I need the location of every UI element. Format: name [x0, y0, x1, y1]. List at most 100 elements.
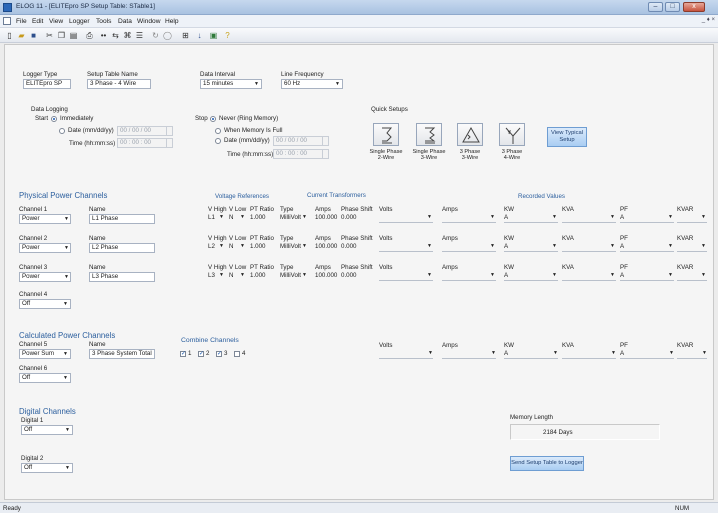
spinner-icon[interactable] [166, 139, 172, 147]
undo-arrows-icon[interactable]: ⇆ [110, 30, 121, 41]
channel-1-ct-type-select[interactable]: MilliVolt ▼ [280, 214, 308, 221]
digital-2-mode-select[interactable]: Off ▼ [21, 463, 73, 473]
send-setup-table-button[interactable]: Send Setup Table to Logger [510, 456, 584, 471]
list-icon[interactable]: ☰ [134, 30, 145, 41]
view-typical-setup-button[interactable]: View Typical Setup [547, 127, 587, 147]
menu-edit[interactable]: Edit [32, 18, 43, 25]
channel-1-amps-select[interactable]: ▼ [442, 214, 496, 223]
channel-1-pt-ratio-input[interactable]: 1.000 [250, 214, 274, 221]
channel-2-v-low-select[interactable]: N ▼ [229, 243, 246, 250]
channel-3-phase-shift-input[interactable]: 0.000 [341, 272, 363, 279]
quick-setup-single-phase-3-wire-button[interactable] [416, 123, 442, 146]
start-date-input[interactable]: 00 / 00 / 00 [117, 126, 173, 136]
channel-3-ct-amps-input[interactable]: 100.000 [315, 272, 337, 279]
channel-3-pt-ratio-input[interactable]: 1.000 [250, 272, 274, 279]
menu-data[interactable]: Data [118, 18, 132, 25]
stop-when-full-radio[interactable] [215, 128, 221, 134]
logger-type-field[interactable]: ELITEpro SP [23, 79, 71, 89]
channel-5-name-input[interactable]: 3 Phase System Total [89, 349, 155, 359]
channel-1-phase-shift-input[interactable]: 0.000 [341, 214, 363, 221]
start-time-input[interactable]: 00 : 00 : 00 [117, 138, 173, 148]
channel-1-kvar-select[interactable]: ▼ [677, 214, 707, 223]
quick-setup-single-phase-2-wire-button[interactable] [373, 123, 399, 146]
stop-date-radio[interactable] [215, 138, 221, 144]
circle-icon[interactable]: ◯ [162, 30, 173, 41]
channel-3-kvar-select[interactable]: ▼ [677, 272, 707, 281]
combine-channel-3-checkbox[interactable]: ✓ [216, 351, 222, 357]
start-date-radio[interactable] [59, 128, 65, 134]
spinner-icon[interactable] [322, 150, 328, 158]
menu-view[interactable]: View [49, 18, 63, 25]
menu-help[interactable]: Help [165, 18, 179, 25]
close-button[interactable]: x [683, 2, 705, 12]
combine-channel-4-checkbox[interactable] [234, 351, 240, 357]
channel-1-mode-select[interactable]: Power ▼ [19, 214, 71, 224]
channel-3-ct-type-select[interactable]: MilliVolt ▼ [280, 272, 308, 279]
channel-5-mode-select[interactable]: Power Sum ▼ [19, 349, 71, 359]
channel-3-kw-select[interactable]: A ▼ [504, 272, 558, 281]
quick-setup-3-phase-3-wire-button[interactable] [457, 123, 483, 146]
document-icon[interactable] [3, 17, 11, 25]
save-icon[interactable]: ■ [28, 30, 39, 41]
calc-pf-select[interactable]: A ▼ [620, 350, 674, 359]
channel-2-phase-shift-input[interactable]: 0.000 [341, 243, 363, 250]
new-file-icon[interactable]: ▯ [4, 30, 15, 41]
channel-2-mode-select[interactable]: Power ▼ [19, 243, 71, 253]
setup-table-name-input[interactable]: 3 Phase - 4 Wire [87, 79, 151, 89]
refresh-icon[interactable]: ↻ [150, 30, 161, 41]
minimize-button[interactable]: – [648, 2, 663, 12]
channel-2-kvar-select[interactable]: ▼ [677, 243, 707, 252]
calc-amps-select[interactable]: ▼ [442, 350, 496, 359]
channel-2-pt-ratio-input[interactable]: 1.000 [250, 243, 274, 250]
start-immediately-radio[interactable] [51, 116, 57, 122]
calc-kw-select[interactable]: A ▼ [504, 350, 558, 359]
combine-channel-1-checkbox[interactable]: ✓ [180, 351, 186, 357]
stop-date-input[interactable]: 00 / 00 / 00 [273, 136, 329, 146]
tool-icon[interactable]: ▣ [208, 30, 219, 41]
channel-6-mode-select[interactable]: Off ▼ [19, 373, 71, 383]
stop-time-input[interactable]: 00 : 00 : 00 [273, 149, 329, 159]
menu-logger[interactable]: Logger [69, 18, 90, 25]
channel-1-volts-select[interactable]: ▼ [379, 214, 433, 223]
channel-1-ct-amps-input[interactable]: 100.000 [315, 214, 337, 221]
line-frequency-select[interactable]: 60 Hz ▼ [281, 79, 343, 89]
channel-1-v-low-select[interactable]: N ▼ [229, 214, 246, 221]
help-icon[interactable]: ? [222, 30, 233, 41]
multiply-icon[interactable]: ⌘ [122, 30, 133, 41]
cut-icon[interactable]: ✂ [44, 30, 55, 41]
channel-2-ct-type-select[interactable]: MilliVolt ▼ [280, 243, 308, 250]
channel-2-kva-select[interactable]: ▼ [562, 243, 616, 252]
channel-1-pf-select[interactable]: A ▼ [620, 214, 674, 223]
data-interval-select[interactable]: 15 minutes ▼ [200, 79, 262, 89]
channel-3-pf-select[interactable]: A ▼ [620, 272, 674, 281]
mdi-window-buttons[interactable]: _ ♦ × [702, 17, 715, 23]
digital-1-mode-select[interactable]: Off ▼ [21, 425, 73, 435]
maximize-button[interactable]: □ [665, 2, 680, 12]
channel-2-v-high-select[interactable]: L2 ▼ [208, 243, 225, 250]
channel-1-kw-select[interactable]: A ▼ [504, 214, 558, 223]
channel-3-kva-select[interactable]: ▼ [562, 272, 616, 281]
print-icon[interactable]: ⎙ [84, 30, 95, 41]
channel-2-ct-amps-input[interactable]: 100.000 [315, 243, 337, 250]
channel-3-v-low-select[interactable]: N ▼ [229, 272, 246, 279]
spinner-icon[interactable] [322, 137, 328, 145]
calc-kva-select[interactable]: ▼ [562, 350, 616, 359]
channel-3-name-input[interactable]: L3 Phase [89, 272, 155, 282]
download-icon[interactable]: ↓ [194, 30, 205, 41]
calc-kvar-select[interactable]: ▼ [677, 350, 707, 359]
grid-icon[interactable]: ⊞ [180, 30, 191, 41]
combine-channel-2-checkbox[interactable]: ✓ [198, 351, 204, 357]
channel-2-amps-select[interactable]: ▼ [442, 243, 496, 252]
open-folder-icon[interactable]: ▰ [16, 30, 27, 41]
calc-volts-select[interactable]: ▼ [379, 350, 433, 359]
channel-3-v-high-select[interactable]: L3 ▼ [208, 272, 225, 279]
menu-tools[interactable]: Tools [96, 18, 111, 25]
stop-never-radio[interactable] [210, 116, 216, 122]
channel-3-volts-select[interactable]: ▼ [379, 272, 433, 281]
channel-1-kva-select[interactable]: ▼ [562, 214, 616, 223]
channel-2-volts-select[interactable]: ▼ [379, 243, 433, 252]
ellipsis-icon[interactable]: •• [98, 30, 109, 41]
channel-2-kw-select[interactable]: A ▼ [504, 243, 558, 252]
channel-1-v-high-select[interactable]: L1 ▼ [208, 214, 225, 221]
menu-file[interactable]: File [16, 18, 27, 25]
